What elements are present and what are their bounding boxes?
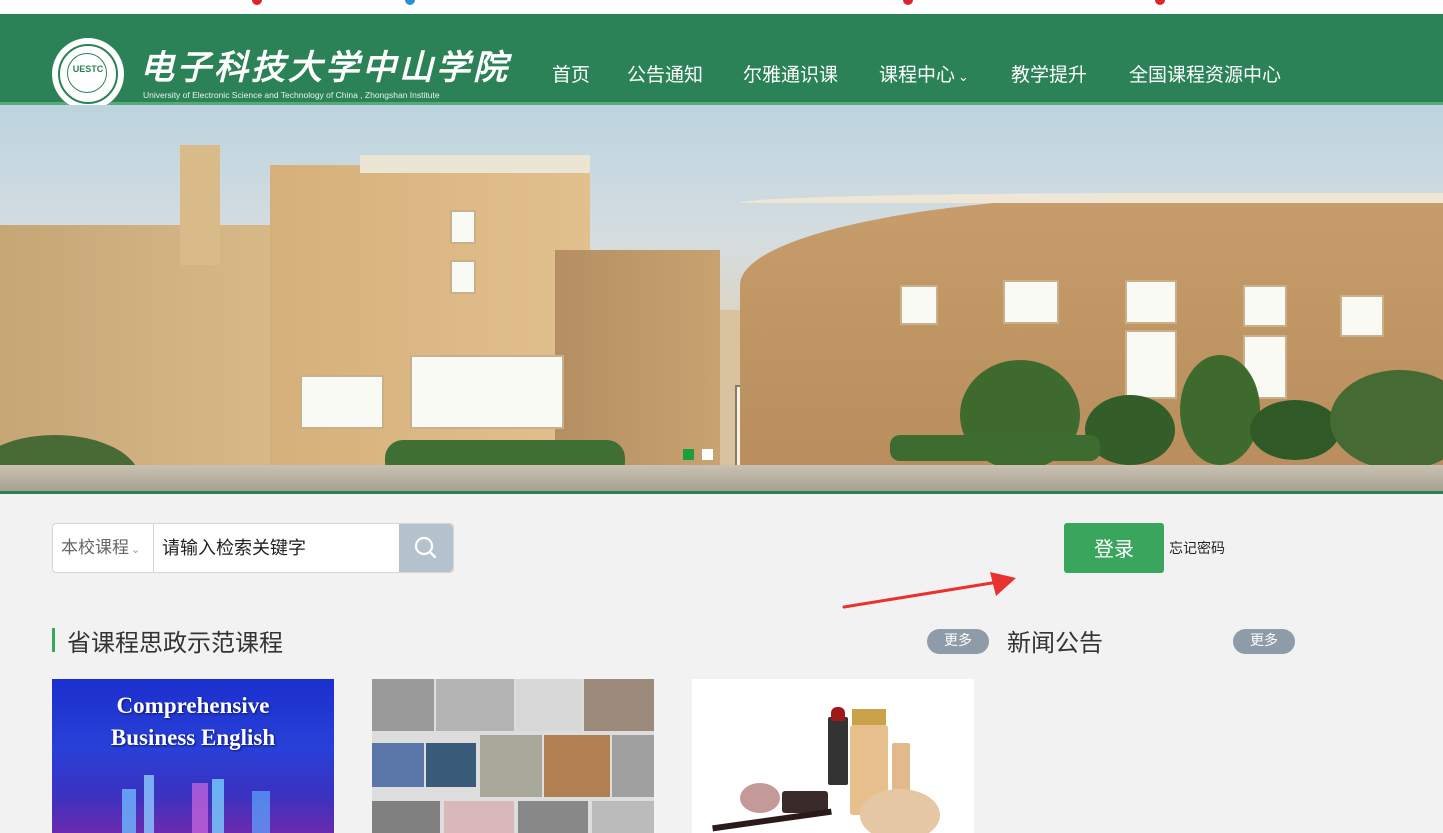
skyline-building xyxy=(252,791,270,833)
texture-tile xyxy=(544,735,610,797)
site-header: UESTC 电子科技大学中山学院 University of Electroni… xyxy=(0,14,1443,110)
carousel-dot-2[interactable] xyxy=(702,449,713,460)
texture-tile xyxy=(372,801,440,833)
building-window xyxy=(1125,280,1177,324)
skyline-building xyxy=(192,783,208,833)
building-window xyxy=(1003,280,1059,324)
texture-tile xyxy=(480,735,542,797)
building-window xyxy=(1340,295,1384,337)
nav-label: 教学提升 xyxy=(1011,64,1088,86)
texture-tile xyxy=(584,679,654,731)
course-card-title-line2: Business English xyxy=(110,725,276,750)
chevron-down-icon: ⌄ xyxy=(131,543,141,556)
search-input[interactable] xyxy=(156,524,398,572)
course-search-box: 本校课程 ⌄ xyxy=(52,523,454,573)
school-name-cn[interactable]: 电子科技大学中山学院 xyxy=(140,40,510,89)
school-name-en: University of Electronic Science and Tec… xyxy=(143,90,440,100)
nav-announcements[interactable]: 公告通知 xyxy=(627,60,703,90)
nav-label: 首页 xyxy=(552,64,591,86)
section-title-news: 新闻公告 xyxy=(1007,629,1103,657)
carousel-dot-1[interactable] xyxy=(683,449,694,460)
building-window xyxy=(1125,330,1177,399)
login-button[interactable]: 登录 xyxy=(1064,523,1164,573)
texture-tile xyxy=(592,801,654,833)
powder-puff xyxy=(860,789,940,833)
skyline-building xyxy=(212,779,224,833)
nav-course-center[interactable]: 课程中心 ⌄ xyxy=(879,60,969,90)
search-category-label: 本校课程 xyxy=(61,538,129,558)
skyline-building xyxy=(122,789,136,833)
nav-label: 公告通知 xyxy=(627,64,704,86)
banner-bottom-border xyxy=(0,491,1443,494)
search-button[interactable] xyxy=(399,524,453,572)
texture-tile xyxy=(518,801,588,833)
building-window xyxy=(900,285,938,325)
section-accent-bar xyxy=(52,628,55,652)
building-roof xyxy=(360,155,590,173)
section-title-ideology-courses: 省课程思政示范课程 xyxy=(67,629,283,657)
building-window xyxy=(1243,285,1287,327)
lipstick xyxy=(828,717,848,785)
bookmark-icon xyxy=(1155,0,1165,5)
ground xyxy=(0,465,1443,491)
course-card-cosmetics[interactable] xyxy=(692,679,974,833)
tree xyxy=(1180,355,1260,465)
lipstick-tip xyxy=(831,707,845,721)
course-card-materials[interactable] xyxy=(372,679,654,833)
emblem-abbreviation: UESTC xyxy=(72,64,104,74)
building-roof xyxy=(740,193,1443,203)
nav-label: 课程中心 xyxy=(879,64,956,86)
chevron-down-icon: ⌄ xyxy=(958,70,969,85)
makeup-brush xyxy=(712,808,832,832)
building-window xyxy=(300,375,384,429)
texture-tile xyxy=(444,801,514,833)
nav-home[interactable]: 首页 xyxy=(552,60,590,90)
nav-teaching-improvement[interactable]: 教学提升 xyxy=(1011,60,1087,90)
annotation-arrow-icon xyxy=(842,572,1016,609)
bookmark-icon xyxy=(405,0,415,5)
nav-erya-courses[interactable]: 尔雅通识课 xyxy=(743,60,838,90)
hedge xyxy=(890,435,1100,461)
texture-tile xyxy=(426,743,476,787)
texture-tile xyxy=(436,679,514,731)
forgot-password-link[interactable]: 忘记密码 xyxy=(1169,538,1225,558)
search-icon xyxy=(414,536,437,559)
building-window xyxy=(450,210,476,244)
nav-national-resources[interactable]: 全国课程资源中心 xyxy=(1129,60,1281,90)
texture-tile xyxy=(372,679,434,731)
texture-tile xyxy=(516,679,582,731)
skyline-building xyxy=(144,775,154,833)
texture-tile xyxy=(612,735,654,797)
nav-label: 全国课程资源中心 xyxy=(1129,64,1282,86)
small-bottle xyxy=(892,743,910,791)
more-news-button[interactable]: 更多 xyxy=(1233,629,1295,654)
more-courses-button[interactable]: 更多 xyxy=(927,629,989,654)
texture-tile xyxy=(372,743,424,787)
top-strip xyxy=(0,0,1443,14)
bookmark-icon xyxy=(252,0,262,5)
nav-label: 尔雅通识课 xyxy=(743,64,839,86)
building-window xyxy=(410,355,564,429)
school-emblem-logo[interactable]: UESTC xyxy=(52,38,124,110)
compact xyxy=(740,783,780,813)
campus-tower xyxy=(180,145,220,265)
campus-banner-image xyxy=(0,105,1443,491)
bookmark-icon xyxy=(903,0,913,5)
shrub xyxy=(1250,400,1340,460)
course-card-business-english[interactable]: Comprehensive Business English xyxy=(52,679,334,833)
building-window xyxy=(450,260,476,294)
bottle-cap xyxy=(852,709,886,725)
search-category-select[interactable]: 本校课程 ⌄ xyxy=(53,524,154,572)
course-card-title-line1: Comprehensive xyxy=(116,693,270,718)
